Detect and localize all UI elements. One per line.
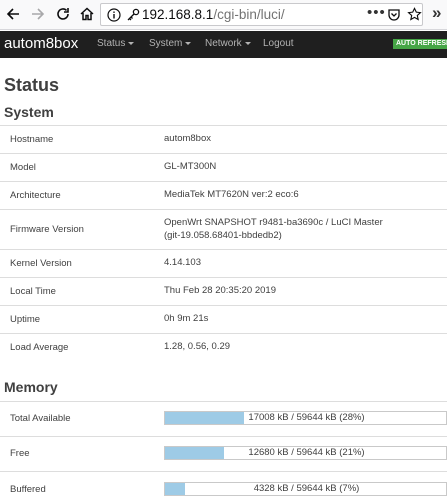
row-label-buffered: Buffered <box>10 484 46 495</box>
auto-refresh-badge[interactable]: AUTO REFRESH <box>393 39 447 49</box>
row-value-model: GL-MT300N <box>164 161 217 172</box>
page-title: Status <box>4 75 60 95</box>
browser-toolbar: 192.168.8.1/cgi-bin/luci/ ••• » <box>0 0 447 30</box>
caret-down-icon <box>128 41 135 45</box>
menu-system-label: System <box>149 38 183 49</box>
row-divider <box>0 209 447 210</box>
luci-header: autom8box Status System Network Logout A… <box>0 31 447 58</box>
back-button[interactable] <box>2 3 24 25</box>
row-label-total-available: Total Available <box>10 413 71 424</box>
row-value-hostname: autom8box <box>164 133 212 144</box>
menu-status-label: Status <box>97 38 126 49</box>
row-label-load-average: Load Average <box>10 342 69 353</box>
menu-network[interactable]: Network <box>205 38 251 49</box>
row-divider <box>0 471 447 472</box>
caret-down-icon <box>185 41 192 45</box>
reload-button[interactable] <box>52 3 74 25</box>
url-path: /cgi-bin/luci/ <box>213 7 285 22</box>
address-bar[interactable]: 192.168.8.1/cgi-bin/luci/ ••• <box>100 3 423 26</box>
info-icon[interactable] <box>107 8 121 27</box>
row-divider <box>0 249 447 250</box>
menu-logout[interactable]: Logout <box>263 38 294 49</box>
url-text: 192.168.8.1/cgi-bin/luci/ <box>142 7 285 23</box>
reload-icon <box>57 8 69 20</box>
row-divider <box>0 181 447 182</box>
row-value-kernel: 4.14.103 <box>164 257 201 268</box>
menu-network-label: Network <box>205 38 242 49</box>
pocket-icon[interactable] <box>387 8 401 27</box>
progress-text: 17008 kB / 59644 kB (28%) <box>248 412 365 423</box>
section-title-memory: Memory <box>4 379 58 395</box>
row-value-local-time: Thu Feb 28 20:35:20 2019 <box>164 285 276 296</box>
section-title-system: System <box>4 104 54 120</box>
row-label-kernel: Kernel Version <box>10 258 72 269</box>
back-arrow-icon <box>6 8 19 20</box>
row-label-free: Free <box>10 448 30 459</box>
menu-system[interactable]: System <box>149 38 192 49</box>
row-label-firmware: Firmware Version <box>10 224 84 235</box>
forward-arrow-icon <box>32 8 45 20</box>
row-divider <box>0 305 447 306</box>
row-divider <box>0 125 447 126</box>
url-host: 192.168.8.1 <box>142 7 214 22</box>
row-value-uptime: 0h 9m 21s <box>164 313 209 324</box>
progress-bar-free: 12680 kB / 59644 kB (21%) <box>164 446 447 460</box>
page-actions-button[interactable]: ••• <box>367 4 386 21</box>
row-divider <box>0 277 447 278</box>
row-value-load-average: 1.28, 0.56, 0.29 <box>164 341 231 352</box>
progress-bar-buffered: 4328 kB / 59644 kB (7%) <box>164 482 447 496</box>
row-label-uptime: Uptime <box>10 314 41 325</box>
toolbar-overflow-button[interactable]: » <box>432 4 441 22</box>
row-label-model: Model <box>10 162 36 173</box>
progress-bar-total-available: 17008 kB / 59644 kB (28%) <box>164 411 447 425</box>
progress-text: 12680 kB / 59644 kB (21%) <box>248 447 365 458</box>
home-button[interactable] <box>76 3 98 25</box>
row-label-architecture: Architecture <box>10 190 61 201</box>
row-divider <box>0 153 447 154</box>
row-divider <box>0 436 447 437</box>
home-icon <box>80 7 94 21</box>
row-value-architecture: MediaTek MT7620N ver:2 eco:6 <box>164 189 299 200</box>
row-divider <box>0 333 447 334</box>
key-icon[interactable] <box>126 8 140 27</box>
menu-status[interactable]: Status <box>97 38 135 49</box>
forward-button[interactable] <box>27 3 49 25</box>
row-value-firmware: OpenWrt SNAPSHOT r9481-ba3690c / LuCI Ma… <box>164 217 383 228</box>
brand-link[interactable]: autom8box <box>4 35 78 52</box>
row-value-firmware-git: (git-19.058.68401-bbdedb2) <box>164 230 282 241</box>
progress-text: 4328 kB / 59644 kB (7%) <box>253 483 360 494</box>
bookmark-star-icon[interactable] <box>407 7 422 27</box>
caret-down-icon <box>244 41 251 45</box>
row-label-local-time: Local Time <box>10 286 56 297</box>
row-label-hostname: Hostname <box>10 134 54 145</box>
row-divider <box>0 401 447 402</box>
